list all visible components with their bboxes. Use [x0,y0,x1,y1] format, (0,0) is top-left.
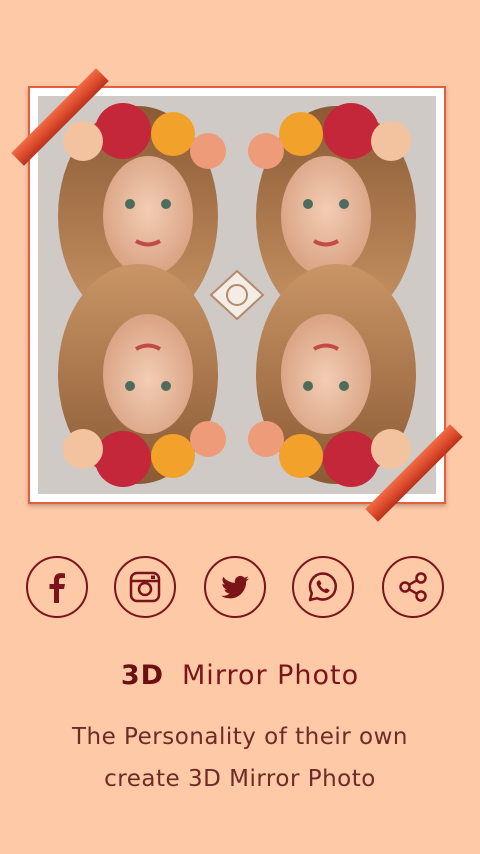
instagram-icon [128,570,162,604]
whatsapp-icon [306,570,340,604]
facebook-icon [40,570,74,604]
share-button[interactable] [382,556,444,618]
twitter-icon [218,570,252,604]
mirror-photo-illustration [38,96,436,494]
mirror-photo-image [38,96,436,494]
app-title-prefix: 3D [120,660,165,691]
app-tagline-line2: create 3D Mirror Photo [104,766,376,792]
app-title: 3D Mirror Photo [0,660,480,691]
whatsapp-button[interactable] [292,556,354,618]
instagram-button[interactable] [114,556,176,618]
facebook-button[interactable] [26,556,88,618]
share-buttons-row [0,556,480,622]
share-icon [396,570,430,604]
mirror-photo-preview[interactable] [11,68,463,522]
app-tagline-line1: The Personality of their own [71,724,409,750]
app-tagline: The Personality of their own create 3D M… [40,716,440,800]
twitter-button[interactable] [204,556,266,618]
app-title-main: Mirror Photo [182,660,360,691]
